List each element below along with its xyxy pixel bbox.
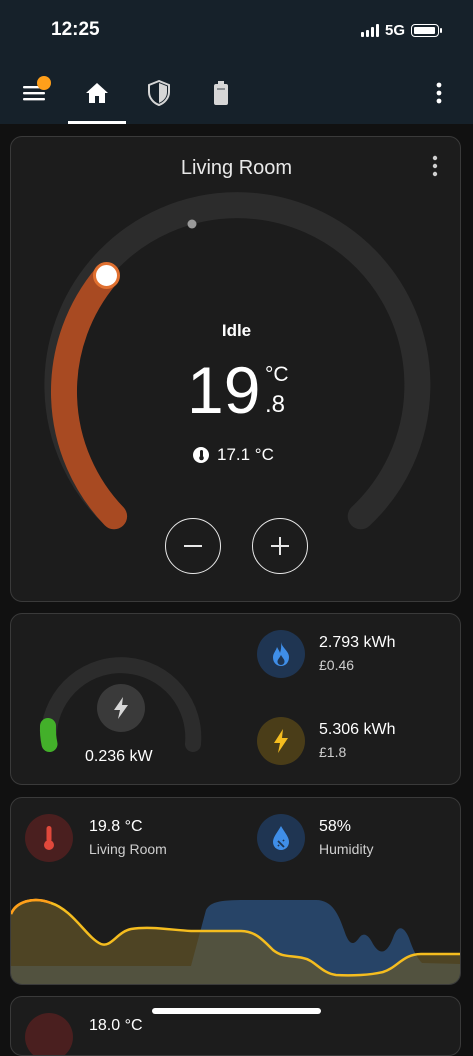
status-indicators: 5G <box>360 22 442 39</box>
target-temperature: 19 <box>187 353 261 427</box>
active-tab-indicator <box>68 121 126 124</box>
thermometer-icon <box>193 447 209 463</box>
minus-icon <box>184 545 202 547</box>
thermometer-icon <box>25 1013 73 1055</box>
current-temp-value: 17.1 °C <box>217 445 274 464</box>
signal-icon <box>360 24 379 37</box>
gas-cost-value: £0.46 <box>319 657 355 673</box>
increase-button[interactable] <box>252 518 308 574</box>
thermostat-card: Living Room Idle 19 °C .8 17.1 °C <box>10 136 461 602</box>
notification-dot <box>37 76 51 90</box>
more-vert-icon[interactable] <box>429 62 449 124</box>
current-temp-marker <box>187 219 197 229</box>
climate-card: 19.8 °C Living Room 58% Humidity <box>10 797 461 985</box>
top-app-bar <box>0 62 473 124</box>
electric-energy-value: 5.306 kWh <box>319 721 396 738</box>
shield-icon <box>148 80 170 106</box>
gas-energy-value: 2.793 kWh <box>319 634 396 651</box>
status-time: 12:25 <box>51 19 100 40</box>
power-gauge-fill <box>39 718 58 752</box>
current-temperature: 17.1 °C <box>193 445 274 465</box>
energy-card: 0.236 kW 2.793 kWh £0.46 5.306 kWh £1.8 <box>10 613 461 785</box>
next-card-value: 18.0 °C <box>89 1017 143 1034</box>
target-decimal: .8 <box>265 391 286 418</box>
plus-icon <box>271 537 289 555</box>
lightning-icon <box>97 684 145 732</box>
tab-energy[interactable] <box>192 62 250 124</box>
temperature-unit: °C <box>265 363 289 386</box>
decrease-button[interactable] <box>165 518 221 574</box>
battery-status-icon <box>411 24 442 37</box>
history-graph <box>11 898 460 984</box>
menu-icon[interactable] <box>20 62 50 124</box>
hvac-state: Idle <box>221 321 252 340</box>
tab-security[interactable] <box>130 62 188 124</box>
power-value: 0.236 kW <box>85 748 153 765</box>
electric-lightning-icon <box>257 717 305 765</box>
network-type: 5G <box>384 22 405 39</box>
home-icon <box>86 83 108 103</box>
tab-home[interactable] <box>68 62 126 124</box>
target-handle[interactable] <box>93 262 120 289</box>
status-bar: 12:25 5G <box>0 0 473 62</box>
electric-cost-value: £1.8 <box>319 744 347 760</box>
home-indicator[interactable] <box>152 1008 321 1014</box>
next-card: 18.0 °C <box>10 996 461 1056</box>
battery-icon <box>214 81 228 105</box>
gas-flame-icon <box>257 630 305 678</box>
